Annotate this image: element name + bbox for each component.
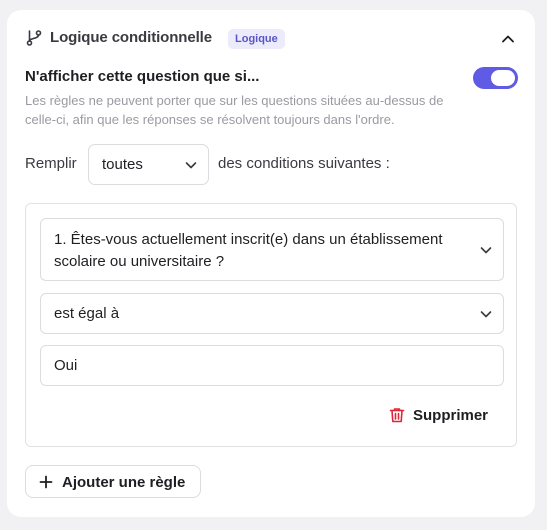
delete-rule-label: Supprimer xyxy=(413,406,489,424)
plus-icon xyxy=(39,475,53,489)
delete-rule-button[interactable]: Supprimer xyxy=(388,403,488,427)
conditional-logic-card: Logique conditionnelle Logique N'affiche… xyxy=(7,10,535,517)
trash-icon xyxy=(389,408,405,423)
logic-badge: Logique xyxy=(228,29,285,49)
match-mode-value: toutes xyxy=(102,156,143,173)
value-input[interactable] xyxy=(41,346,503,385)
chevron-up-icon[interactable] xyxy=(500,31,516,47)
add-rule-button[interactable]: Ajouter une règle xyxy=(25,465,201,498)
git-branch-icon xyxy=(26,30,42,46)
match-mode-select[interactable]: toutes xyxy=(88,144,209,185)
operator-select-value: est égal à xyxy=(54,305,120,322)
condition-toggle[interactable] xyxy=(473,67,518,89)
operator-select[interactable]: est égal à xyxy=(40,293,504,334)
condition-description: Les règles ne peuvent porter que sur les… xyxy=(25,93,444,127)
add-rule-label: Ajouter une règle xyxy=(62,474,186,491)
rule-container: 1. Êtes-vous actuellement inscrit(e) dan… xyxy=(25,203,517,447)
question-select[interactable]: 1. Êtes-vous actuellement inscrit(e) dan… xyxy=(40,218,504,281)
toggle-knob xyxy=(491,70,515,86)
fill-prefix-label: Remplir xyxy=(25,155,77,172)
condition-title: N'afficher cette question que si... xyxy=(25,68,260,85)
value-field[interactable] xyxy=(40,345,504,386)
question-select-value: 1. Êtes-vous actuellement inscrit(e) dan… xyxy=(54,231,443,270)
chevron-down-icon xyxy=(185,162,197,169)
chevron-down-icon xyxy=(480,247,492,254)
fill-suffix-label: des conditions suivantes : xyxy=(218,155,390,172)
card-header[interactable]: Logique conditionnelle Logique xyxy=(7,10,535,66)
chevron-down-icon xyxy=(480,311,492,318)
section-title: Logique conditionnelle xyxy=(50,29,212,46)
